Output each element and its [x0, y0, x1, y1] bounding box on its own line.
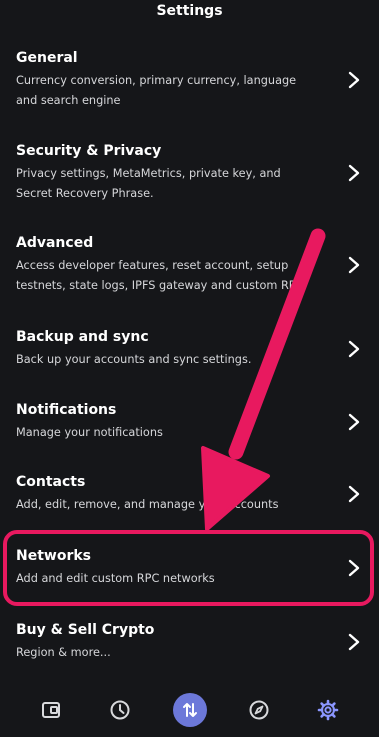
row-description-line: and search engine — [16, 94, 121, 107]
row-description: Privacy settings, MetaMetrics, private k… — [16, 164, 316, 204]
row-description: Add, edit, remove, and manage your accou… — [16, 495, 316, 515]
settings-row-contacts[interactable]: Contacts Add, edit, remove, and manage y… — [0, 474, 379, 514]
chevron-right-icon — [348, 71, 360, 89]
row-title: Buy & Sell Crypto — [16, 622, 155, 638]
row-title: Notifications — [16, 402, 117, 418]
chevron-right-icon — [348, 485, 360, 503]
row-description: Currency conversion, primary currency, l… — [16, 71, 316, 111]
row-description-line: Add and edit custom RPC networks — [16, 572, 215, 585]
settings-row-advanced[interactable]: Advanced Access developer features, rese… — [0, 235, 379, 295]
bottom-tab-bar — [0, 683, 379, 737]
row-description-line: Currency conversion, primary currency, l… — [16, 74, 297, 87]
row-description-line: Back up your accounts and sync settings. — [16, 353, 252, 366]
swap-bridge-icon[interactable] — [173, 693, 207, 727]
chevron-right-icon — [348, 256, 360, 274]
row-description-line: Secret Recovery Phrase. — [16, 187, 154, 200]
chevron-right-icon — [348, 413, 360, 431]
row-title: Security & Privacy — [16, 143, 162, 159]
page-title: Settings — [156, 3, 223, 19]
chevron-right-icon — [348, 633, 360, 651]
row-title: Networks — [16, 548, 92, 564]
row-title: Advanced — [16, 235, 94, 251]
settings-row-general[interactable]: General Currency conversion, primary cur… — [0, 50, 379, 110]
activity-clock-icon[interactable] — [103, 693, 137, 727]
row-description-line: Add, edit, remove, and manage your accou… — [16, 498, 279, 511]
settings-row-notifications[interactable]: Notifications Manage your notifications — [0, 402, 379, 442]
row-title: General — [16, 50, 78, 66]
chevron-right-icon — [348, 559, 360, 577]
explore-compass-icon[interactable] — [242, 693, 276, 727]
row-description-line: testnets, state logs, IPFS gateway and c… — [16, 279, 304, 292]
chevron-right-icon — [348, 164, 360, 182]
settings-row-security-privacy[interactable]: Security & Privacy Privacy settings, Met… — [0, 143, 379, 203]
settings-gear-icon[interactable] — [311, 693, 345, 727]
row-description: Manage your notifications — [16, 423, 316, 443]
wallet-icon[interactable] — [34, 693, 68, 727]
row-title: Backup and sync — [16, 329, 149, 345]
settings-row-networks[interactable]: Networks Add and edit custom RPC network… — [0, 548, 379, 588]
row-description-line: Access developer features, reset account… — [16, 259, 289, 272]
settings-row-backup-sync[interactable]: Backup and sync Back up your accounts an… — [0, 329, 379, 369]
row-description-line: Region & more... — [16, 646, 111, 659]
row-description: Access developer features, reset account… — [16, 256, 316, 296]
row-description-line: Privacy settings, MetaMetrics, private k… — [16, 167, 281, 180]
row-description: Back up your accounts and sync settings. — [16, 350, 316, 370]
chevron-right-icon — [348, 340, 360, 358]
row-description: Region & more... — [16, 643, 316, 663]
row-description: Add and edit custom RPC networks — [16, 569, 316, 589]
row-title: Contacts — [16, 474, 86, 490]
row-description-line: Manage your notifications — [16, 426, 163, 439]
settings-row-buy-sell-crypto[interactable]: Buy & Sell Crypto Region & more... — [0, 622, 379, 662]
